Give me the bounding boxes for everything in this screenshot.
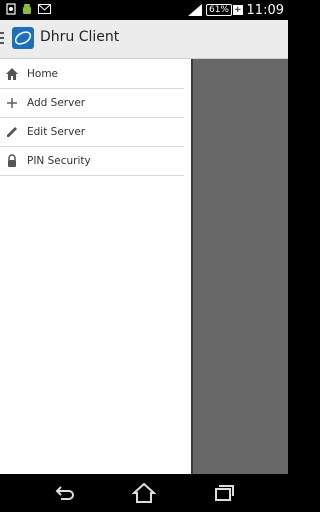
android-icon: [23, 4, 31, 14]
drawer-item-label: PIN Security: [27, 154, 91, 167]
navigation-drawer: Home Add Server Edit Server PIN Security: [0, 59, 193, 474]
drawer-item-home[interactable]: Home: [0, 59, 184, 89]
plus-icon: [7, 97, 17, 108]
drawer-item-pin-security[interactable]: PIN Security: [0, 146, 184, 176]
drawer-item-label: Add Server: [27, 96, 86, 109]
action-bar: Dhru Client: [0, 20, 288, 59]
drawer-item-label: Edit Server: [27, 125, 86, 138]
status-bar: 61% + 11:09: [0, 0, 288, 20]
battery-indicator: 61% +: [205, 4, 243, 16]
app-logo-icon[interactable]: [12, 27, 34, 49]
drawer-item-edit-server[interactable]: Edit Server: [0, 117, 184, 147]
drawer-toggle-icon[interactable]: [0, 32, 4, 47]
battery-percent: 61%: [205, 4, 232, 16]
gmail-icon: [38, 4, 51, 14]
drawer-item-add-server[interactable]: Add Server: [0, 88, 184, 118]
clock: 11:09: [246, 2, 284, 18]
home-icon: [6, 67, 18, 80]
home-button-icon[interactable]: [132, 482, 156, 504]
pencil-icon: [7, 126, 17, 137]
app-title: Dhru Client: [40, 29, 120, 45]
back-icon[interactable]: [52, 482, 76, 504]
recent-apps-icon[interactable]: [212, 482, 236, 504]
drawer-item-label: Home: [27, 67, 59, 80]
signal-icon: [187, 4, 202, 16]
notification-icon: [6, 3, 16, 15]
lock-icon: [8, 153, 16, 167]
drawer-scrim[interactable]: [193, 59, 288, 474]
system-nav-bar: [0, 474, 288, 512]
charging-indicator: +: [232, 5, 243, 15]
